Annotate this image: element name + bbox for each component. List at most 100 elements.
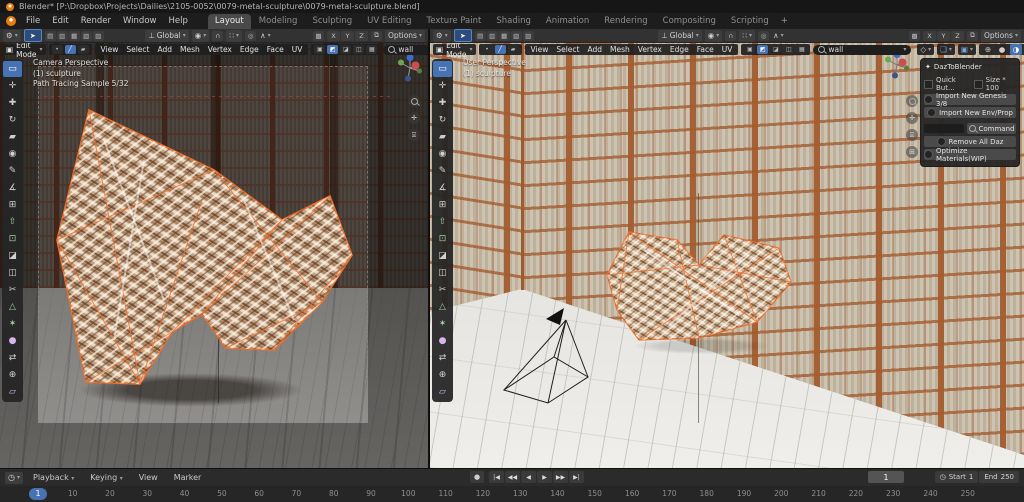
tool-smooth[interactable]: ● bbox=[3, 333, 22, 349]
daz-import-button[interactable]: Import New Genesis 3/8 bbox=[924, 94, 1016, 105]
command-input[interactable] bbox=[924, 124, 964, 133]
tool-add-cube[interactable]: ⊞ bbox=[3, 197, 22, 213]
viewport-menu-item[interactable]: Mesh bbox=[177, 45, 203, 54]
end-frame-field[interactable]: End250 bbox=[979, 471, 1019, 483]
tool-toggle-4[interactable]: ▧ bbox=[81, 31, 92, 41]
daz-import-button[interactable]: Import New Env/Prop bbox=[924, 107, 1016, 118]
playback-button[interactable]: ▶ bbox=[537, 471, 552, 483]
pivot-dropdown[interactable]: ◉▾ bbox=[192, 30, 210, 42]
daz-action-button[interactable]: Optimize Materials(WIP) bbox=[924, 149, 1016, 160]
proportional-edit-toggle[interactable]: ◎ bbox=[245, 31, 256, 41]
mode-dropdown[interactable]: ▣Edit Mode▾ bbox=[3, 44, 46, 55]
snap-base-icon[interactable]: ⧉ bbox=[967, 31, 978, 41]
size-100-checkbox[interactable] bbox=[974, 80, 983, 89]
tool-toggle-1[interactable]: ▤ bbox=[475, 31, 486, 41]
auto-keying-button[interactable]: ● bbox=[470, 471, 484, 483]
viewport-menu-item[interactable]: Edge bbox=[237, 45, 262, 54]
snap-target-dropdown[interactable]: ∷▾ bbox=[739, 30, 755, 42]
tool-inset-faces[interactable]: ⊡ bbox=[433, 231, 452, 247]
tool-toggle-5[interactable]: ▨ bbox=[523, 31, 534, 41]
playhead-current-frame[interactable]: 1 bbox=[29, 488, 47, 500]
viewport-menu-item[interactable]: Select bbox=[123, 45, 152, 54]
header-toggle-5[interactable]: ▦ bbox=[366, 45, 377, 54]
keying-menu[interactable]: Keying ▾ bbox=[84, 471, 128, 485]
viewport-left-canvas[interactable]: ▣Edit Mode▾ •╱▰ ViewSelectAddMeshVertexE… bbox=[0, 43, 428, 468]
pan-hand-icon[interactable]: ✛ bbox=[906, 112, 918, 124]
tool-poly-build[interactable]: △ bbox=[3, 299, 22, 315]
tool-select-box[interactable]: ▭ bbox=[433, 61, 452, 77]
zoom-icon[interactable] bbox=[906, 95, 918, 107]
pan-hand-icon[interactable]: ✛ bbox=[408, 112, 420, 124]
mirror-axis-button[interactable]: Y bbox=[341, 31, 354, 41]
view-menu[interactable]: View bbox=[133, 471, 164, 485]
workspace-tab[interactable]: UV Editing bbox=[360, 14, 418, 29]
tool-toggle-3[interactable]: ▦ bbox=[69, 31, 80, 41]
tool-cursor[interactable]: ✛ bbox=[433, 78, 452, 94]
mirror-axis-button[interactable]: Y bbox=[937, 31, 950, 41]
tool-spin[interactable]: ✶ bbox=[3, 316, 22, 332]
tool-bevel[interactable]: ◪ bbox=[433, 248, 452, 264]
camera-object[interactable] bbox=[496, 305, 596, 405]
options-dropdown[interactable]: Options▾ bbox=[981, 30, 1021, 42]
tool-measure[interactable]: ∡ bbox=[3, 180, 22, 196]
select-mode-edge[interactable]: ╱ bbox=[495, 45, 506, 54]
mirror-axis-button[interactable]: X bbox=[923, 31, 936, 41]
tool-edge-slide[interactable]: ⇄ bbox=[433, 350, 452, 366]
playback-button[interactable]: ▶| bbox=[569, 471, 584, 483]
snap-magnet-toggle[interactable]: ∩ bbox=[212, 31, 223, 41]
tool-rotate[interactable]: ↻ bbox=[3, 112, 22, 128]
add-workspace-button[interactable]: + bbox=[776, 14, 793, 29]
proportional-edit-toggle[interactable]: ◎ bbox=[758, 31, 769, 41]
header-toggle-5[interactable]: ▦ bbox=[796, 45, 807, 54]
tool-rotate[interactable]: ↻ bbox=[433, 112, 452, 128]
current-frame-field[interactable]: 1 bbox=[868, 471, 904, 483]
tool-toggle-2[interactable]: ▥ bbox=[487, 31, 498, 41]
tool-loop-cut[interactable]: ◫ bbox=[3, 265, 22, 281]
overlays-dropdown[interactable]: ❏▾ bbox=[937, 44, 955, 55]
blender-menu-icon[interactable] bbox=[6, 16, 16, 26]
menu-item[interactable]: Window bbox=[117, 14, 163, 29]
viewport-menu-item[interactable]: Add bbox=[584, 45, 605, 54]
playback-button[interactable]: ◀◀ bbox=[505, 471, 520, 483]
tool-extrude-region[interactable]: ⇧ bbox=[433, 214, 452, 230]
select-mode-face[interactable]: ▰ bbox=[508, 45, 519, 54]
pivot-dropdown[interactable]: ◉▾ bbox=[705, 30, 723, 42]
tool-knife[interactable]: ✂ bbox=[3, 282, 22, 298]
select-mode-edge[interactable]: ╱ bbox=[65, 45, 76, 54]
command-button[interactable]: Command bbox=[967, 123, 1016, 134]
xray-dropdown[interactable]: ▣▾ bbox=[958, 44, 976, 55]
viewport-menu-item[interactable]: Vertex bbox=[635, 45, 665, 54]
tool-shear[interactable]: ▱ bbox=[433, 384, 452, 400]
tool-bevel[interactable]: ◪ bbox=[3, 248, 22, 264]
workspace-tab[interactable]: Modeling bbox=[252, 14, 305, 29]
marker-menu[interactable]: Marker bbox=[168, 471, 208, 485]
tool-shrink-fatten[interactable]: ⊕ bbox=[3, 367, 22, 383]
snap-target-dropdown[interactable]: ∷▾ bbox=[226, 30, 242, 42]
viewport-right-canvas[interactable]: ▣Edit Mode▾ •╱▰ ViewSelectAddMeshVertexE… bbox=[430, 43, 1024, 468]
tool-toggle-3[interactable]: ▦ bbox=[499, 31, 510, 41]
viewport-menu-item[interactable]: View bbox=[98, 45, 122, 54]
sculpture-mesh-right[interactable] bbox=[599, 220, 799, 350]
tool-annotate[interactable]: ✎ bbox=[3, 163, 22, 179]
viewport-menu-item[interactable]: Vertex bbox=[205, 45, 235, 54]
viewport-menu-item[interactable]: UV bbox=[289, 45, 306, 54]
menu-item[interactable]: Help bbox=[162, 14, 193, 29]
tool-toggle-4[interactable]: ▧ bbox=[511, 31, 522, 41]
quick-buttons-checkbox[interactable] bbox=[924, 80, 933, 89]
tool-scale[interactable]: ▰ bbox=[433, 129, 452, 145]
viewport-menu-item[interactable]: UV bbox=[719, 45, 736, 54]
orientation-dropdown[interactable]: ⊥Global▾ bbox=[145, 30, 189, 42]
header-toggle-3[interactable]: ◪ bbox=[340, 45, 351, 54]
editor-type-dropdown[interactable]: ◷▾ bbox=[5, 472, 23, 484]
playback-button[interactable]: ▶▶ bbox=[553, 471, 568, 483]
tool-knife[interactable]: ✂ bbox=[433, 282, 452, 298]
playback-button[interactable]: |◀ bbox=[489, 471, 504, 483]
snap-magnet-toggle[interactable]: ∩ bbox=[725, 31, 736, 41]
workspace-tab[interactable]: Scripting bbox=[724, 14, 776, 29]
viewport-menu-item[interactable]: Face bbox=[264, 45, 287, 54]
tool-spin[interactable]: ✶ bbox=[433, 316, 452, 332]
daz-panel-header[interactable]: ✦ DazToBlender bbox=[924, 62, 1016, 74]
ortho-grid-icon[interactable]: ⊞ bbox=[906, 146, 918, 158]
viewport-menu-item[interactable]: Edge bbox=[667, 45, 692, 54]
workspace-tab[interactable]: Layout bbox=[208, 14, 251, 29]
